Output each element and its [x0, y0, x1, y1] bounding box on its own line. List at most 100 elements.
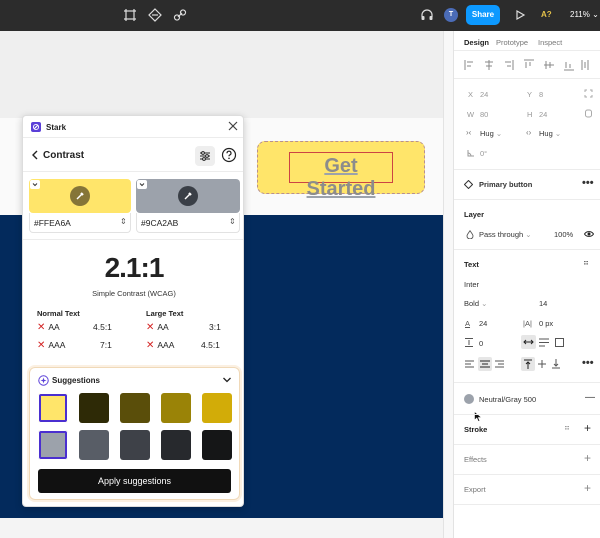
auto-width-icon[interactable]: [521, 335, 536, 349]
zoom-level[interactable]: 211% ⌄: [570, 10, 599, 19]
chevron-down-icon: ⌄: [592, 10, 599, 19]
foreground-hex-field[interactable]: #FFEA6A ⇕: [29, 213, 131, 233]
play-icon[interactable]: [513, 8, 527, 22]
fill-color-swatch[interactable]: [464, 394, 474, 404]
w-input[interactable]: 80: [480, 110, 488, 119]
canvas-scrollbar[interactable]: [443, 31, 453, 538]
foreground-dropdown-icon[interactable]: [30, 180, 40, 189]
tab-prototype[interactable]: Prototype: [496, 38, 528, 47]
suggestion-swatch[interactable]: [38, 430, 68, 460]
suggestion-swatch[interactable]: [202, 430, 232, 460]
stark-plugin-window: Stark Contrast #FFEA6A ⇕ #9CA2AB ⇕ 2.1:1…: [22, 115, 244, 507]
text-heading: Text: [464, 260, 479, 269]
font-weight-select[interactable]: Bold ⌄: [464, 299, 487, 308]
fixed-size-icon[interactable]: [555, 338, 564, 347]
component-name[interactable]: Primary button: [479, 180, 532, 189]
background-dropdown-icon[interactable]: [137, 180, 147, 189]
more-text-options-icon[interactable]: •••: [582, 357, 594, 369]
plugin-titlebar: Stark: [23, 116, 243, 138]
constraints-icon[interactable]: [584, 89, 593, 98]
more-options-icon[interactable]: •••: [582, 177, 594, 189]
vertical-align-group: [521, 357, 563, 371]
hug-width-select[interactable]: Hug ⌄: [480, 129, 502, 138]
stroke-styles-icon[interactable]: ⠶: [564, 423, 570, 432]
fill-style-name[interactable]: Neutral/Gray 500: [479, 395, 536, 404]
button-text-layer[interactable]: Get Started: [289, 155, 393, 201]
link-icon[interactable]: [173, 8, 187, 22]
add-stroke-icon[interactable]: +: [584, 421, 591, 435]
headphones-icon[interactable]: [420, 8, 434, 22]
back-chevron-icon[interactable]: [31, 150, 39, 160]
frame-tool-icon[interactable]: [123, 8, 137, 22]
auto-height-icon[interactable]: [539, 338, 549, 347]
h-label: H: [527, 110, 533, 119]
close-icon[interactable]: [228, 121, 238, 131]
text-styles-icon[interactable]: ⠶: [583, 258, 589, 267]
contrast-header: Contrast: [23, 138, 243, 172]
stepper-icon[interactable]: ⇕: [229, 217, 236, 226]
paragraph-spacing-icon: [465, 338, 473, 347]
normal-aa-ratio: 4.5:1: [93, 322, 112, 332]
suggestion-swatch[interactable]: [120, 430, 150, 460]
instance-icon: [464, 180, 473, 189]
font-size-input[interactable]: 14: [539, 299, 547, 308]
layer-opacity[interactable]: 100%: [554, 230, 573, 239]
mouse-cursor: [474, 411, 482, 422]
blend-mode-select[interactable]: Pass through ⌄: [479, 230, 532, 239]
lock-ratio-icon[interactable]: [584, 109, 593, 118]
help-icon[interactable]: [221, 147, 237, 163]
remove-fill-icon[interactable]: —: [585, 392, 595, 403]
apply-suggestions-button[interactable]: Apply suggestions: [38, 469, 231, 493]
eye-icon[interactable]: [584, 230, 594, 238]
suggestion-swatch[interactable]: [79, 430, 109, 460]
hug-height-select[interactable]: Hug ⌄: [539, 129, 561, 138]
letter-spacing-input[interactable]: 0 px: [539, 319, 553, 328]
stroke-heading: Stroke: [464, 425, 488, 434]
plugin-title: Stark: [46, 123, 67, 132]
foreground-hex: #FFEA6A: [34, 218, 71, 228]
suggestion-swatch[interactable]: [161, 430, 191, 460]
suggestion-swatch[interactable]: [202, 393, 232, 423]
share-button[interactable]: Share: [466, 5, 500, 25]
missing-fonts-badge[interactable]: A?: [541, 10, 552, 19]
suggestions-sparkle-icon: [38, 375, 49, 386]
eyedropper-icon[interactable]: [178, 186, 198, 206]
rotation-input[interactable]: 0°: [480, 149, 487, 158]
w-label: W: [467, 110, 475, 119]
font-family-select[interactable]: Inter: [464, 280, 479, 289]
suggestion-swatch[interactable]: [38, 393, 68, 423]
eyedropper-icon[interactable]: [70, 186, 90, 206]
background-hex-field[interactable]: #9CA2AB ⇕: [136, 213, 240, 233]
normal-aa-level: ✕ AA: [37, 322, 60, 333]
fail-icon: ✕: [146, 322, 155, 333]
stepper-icon[interactable]: ⇕: [120, 217, 127, 226]
large-aa-ratio: 3:1: [209, 322, 221, 332]
avatar[interactable]: T: [444, 8, 458, 22]
suggestion-swatch[interactable]: [120, 393, 150, 423]
ratio-caption: Simple Contrast (WCAG): [92, 289, 176, 298]
line-height-input[interactable]: 24: [479, 319, 487, 328]
suggestion-swatch[interactable]: [161, 393, 191, 423]
large-aaa-ratio: 4.5:1: [201, 340, 220, 350]
paragraph-spacing-input[interactable]: 0: [479, 339, 483, 348]
add-effect-icon[interactable]: +: [584, 451, 591, 465]
h-input[interactable]: 24: [539, 110, 547, 119]
background-hex: #9CA2AB: [141, 218, 179, 228]
chevron-down-icon[interactable]: [222, 376, 232, 384]
divider: [454, 474, 600, 475]
settings-sliders-icon[interactable]: [195, 146, 215, 166]
canvas-frame-bottom: [0, 518, 453, 538]
alignment-toolbar: [464, 59, 594, 71]
x-input[interactable]: 24: [480, 90, 488, 99]
tab-inspect[interactable]: Inspect: [538, 38, 562, 47]
normal-aaa-ratio: 7:1: [100, 340, 112, 350]
divider: [454, 414, 600, 415]
component-icon[interactable]: [148, 8, 162, 22]
tab-design[interactable]: Design: [464, 38, 489, 47]
suggestion-swatch[interactable]: [79, 393, 109, 423]
blend-mode-icon: [466, 230, 474, 239]
divider: [23, 239, 243, 240]
add-export-icon[interactable]: +: [584, 481, 591, 495]
divider: [454, 249, 600, 250]
y-input[interactable]: 8: [539, 90, 543, 99]
